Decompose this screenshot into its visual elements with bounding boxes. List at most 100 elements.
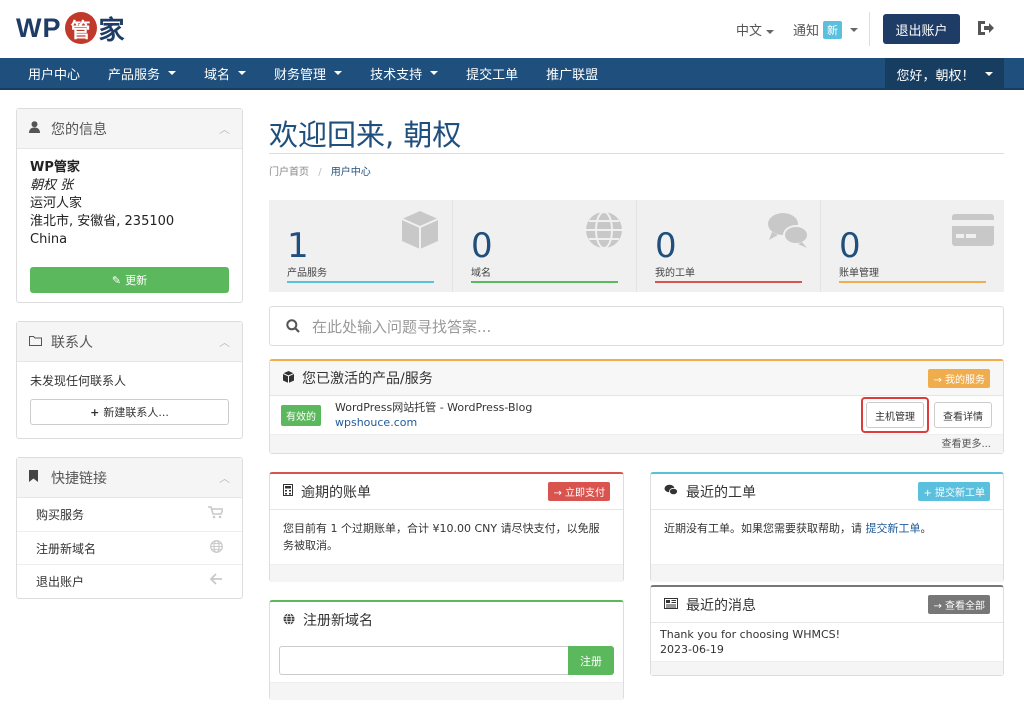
open-ticket-button[interactable]: + 提交新工单 [918,482,990,501]
page-title: 欢迎回来, 朝权 [269,118,462,152]
nav-item-domains[interactable]: 域名 [190,57,260,89]
new-contact-button[interactable]: + 新建联系人... [30,399,229,425]
view-all-button[interactable]: → 查看全部 [928,595,990,614]
domain-register-card: 注册新域名 注册 [269,600,624,700]
news-item[interactable]: Thank you for choosing WHMCS! 2023-06-19 [651,623,1003,661]
host-manage-button[interactable]: 主机管理 [866,402,924,428]
chevron-up-icon[interactable]: ︿ [219,121,230,137]
breadcrumb-home[interactable]: 门户首页 [269,167,309,178]
main-nav: 用户中心 产品服务 域名 财务管理 技术支持 提交工单 推广联盟 您好，朝权！ [0,58,1024,90]
quick-links-header[interactable]: 快捷链接 ︿ [17,458,242,498]
tile-tickets[interactable]: 0 我的工单 [637,200,821,292]
tile-value: 0 [471,226,493,266]
tile-billing[interactable]: 0 账单管理 [821,200,1004,292]
nav-item-billing[interactable]: 财务管理 [260,57,356,89]
tile-services[interactable]: 1 产品服务 [269,200,453,292]
globe-icon [210,539,223,557]
chevron-up-icon[interactable]: ︿ [219,334,230,350]
services-card-header: 您已激活的产品/服务 → 我的服务 [270,361,1003,396]
service-row[interactable]: 有效的 WordPress网站托管 - WordPress-Blog wpsho… [270,396,1003,434]
plus-icon: + [90,405,100,419]
cube-icon [282,370,295,386]
pencil-icon: ✎ [111,273,122,287]
nav-item-affiliate[interactable]: 推广联盟 [532,57,612,89]
info-city: 淮北市, 安徽省, 235100 [30,214,175,229]
quick-link-label: 注册新域名 [36,541,97,556]
breadcrumb-sep: / [318,167,322,178]
info-panel-header[interactable]: 您的信息 ︿ [17,109,242,149]
arrow-left-icon [209,573,223,589]
tickets-body: 近期没有工单。如果您需要获取帮助，请 提交新工单。 [651,510,1003,564]
info-panel-title: 您的信息 [51,121,107,138]
nav-item-home[interactable]: 用户中心 [0,57,94,89]
domain-register-form: 注册 [270,638,623,682]
service-domain-link[interactable]: wpshouce.com [335,415,532,430]
card-footer [270,682,623,700]
tickets-text: 近期没有工单。如果您需要获取帮助，请 [664,522,862,535]
logout-button[interactable]: 退出账户 [883,14,960,44]
news-item-text: Thank you for choosing WHMCS! [660,628,841,641]
notify-label: 通知 [793,24,820,39]
update-button[interactable]: ✎ 更新 [30,267,229,293]
domain-input[interactable] [279,646,568,675]
nav-item-ticket[interactable]: 提交工单 [452,57,532,89]
nav-label: 域名 [204,67,231,83]
user-menu[interactable]: 您好，朝权！ [885,58,1004,90]
quick-link-logout[interactable]: 退出账户 [17,564,242,597]
invoices-text: 您目前有 1 个过期账单，合计 ¥10.00 CNY 请尽快支付，以免服务被取消… [283,522,600,552]
domain-register-title: 注册新域名 [303,613,373,629]
quick-link-buy[interactable]: 购买服务 [17,498,242,531]
notifications-dropdown[interactable]: 通知 新 [793,20,859,39]
calculator-icon [283,484,293,499]
chevron-up-icon[interactable]: ︿ [219,470,230,486]
nav-label: 产品服务 [108,67,161,83]
tile-label: 域名 [471,268,491,279]
view-more-link[interactable]: 查看更多... [270,434,1003,453]
status-badge: 有效的 [281,404,321,426]
invoices-title: 逾期的账单 [301,484,371,501]
pay-now-button[interactable]: → 立即支付 [548,482,610,501]
info-panel: 您的信息 ︿ WP管家 朝权 张 运河人家 淮北市, 安徽省, 235100 C… [16,108,243,303]
sign-out-icon[interactable] [975,18,995,38]
news-card: 最近的消息 → 查看全部 Thank you for choosing WHMC… [650,585,1004,676]
news-card-header: 最近的消息 → 查看全部 [651,587,1003,623]
nav-item-support[interactable]: 技术支持 [356,57,452,89]
my-services-button[interactable]: → 我的服务 [928,368,990,388]
language-selector[interactable]: 中文 [736,20,775,39]
update-label: 更新 [125,274,148,287]
view-details-button[interactable]: 查看详情 [934,402,992,428]
folder-icon [29,335,43,349]
comments-icon [768,213,809,248]
tile-label: 产品服务 [287,268,327,279]
register-button[interactable]: 注册 [568,646,614,675]
card-footer [270,564,623,582]
quick-link-domain[interactable]: 注册新域名 [17,531,242,564]
cart-icon [208,506,225,523]
breadcrumb: 门户首页 / 用户中心 [269,163,371,178]
chevron-down-icon [334,71,343,75]
search-input[interactable]: 在此处输入问题寻找答案... [312,316,491,337]
chevron-down-icon [850,27,859,32]
contacts-panel-header[interactable]: 联系人 ︿ [17,322,242,362]
tile-label: 我的工单 [655,268,695,279]
tile-domains[interactable]: 0 域名 [453,200,637,292]
tickets-card-header: 最近的工单 + 提交新工单 [651,474,1003,510]
bookmark-icon [29,470,43,485]
tickets-card: 最近的工单 + 提交新工单 近期没有工单。如果您需要获取帮助，请 提交新工单。 [650,472,1004,582]
credit-card-icon [952,214,994,246]
greeting-label: 您好，朝权！ [896,68,975,84]
nav-item-products[interactable]: 产品服务 [94,57,190,89]
tile-value: 0 [655,226,677,266]
contacts-panel: 联系人 ︿ 未发现任何联系人 + 新建联系人... [16,321,243,439]
user-icon [29,121,43,136]
open-ticket-link[interactable]: 提交新工单 [866,522,921,535]
kb-search[interactable]: 在此处输入问题寻找答案... [269,306,1004,346]
logo[interactable]: WP 管 家 [16,10,125,46]
info-company: WP管家 [30,160,80,175]
header-divider [869,12,870,46]
chevron-down-icon [984,72,993,76]
quick-link-label: 退出账户 [36,574,85,589]
card-footer [651,661,1003,675]
quick-links-panel: 快捷链接 ︿ 购买服务 注册新域名 退出账户 [16,457,243,599]
manage-highlight: 主机管理 [861,397,929,433]
